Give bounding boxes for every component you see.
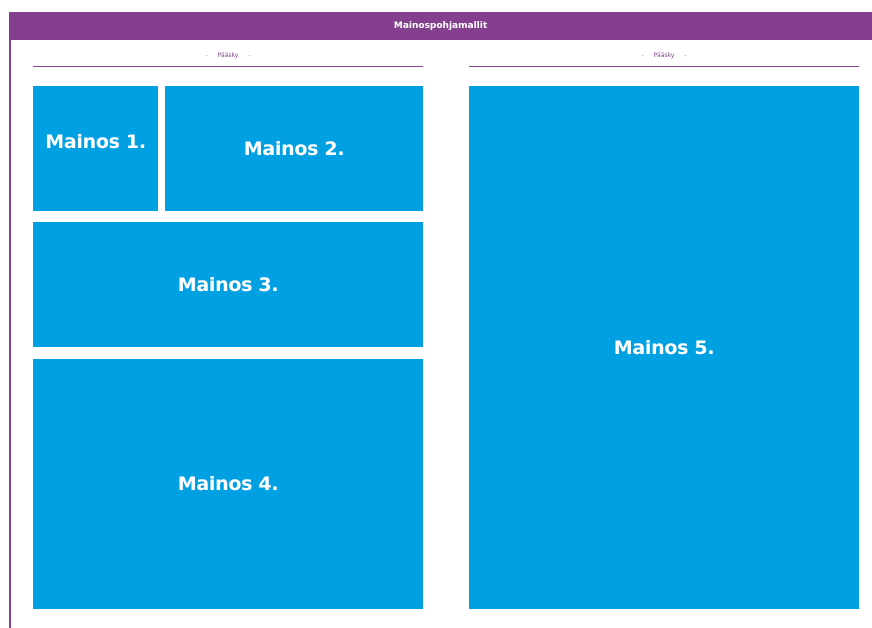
ad-label: Mainos 2. (243, 137, 345, 160)
separator-right: - (684, 51, 687, 59)
separator-right: - (248, 51, 251, 59)
ad-label: Mainos 3. (177, 273, 279, 296)
ad-slot-3[interactable]: Mainos 3. (33, 222, 423, 347)
left-border (9, 40, 11, 628)
header-bar: Mainospohjamallit (9, 12, 872, 40)
column-rule-left (33, 66, 423, 67)
ad-slot-4[interactable]: Mainos 4. (33, 359, 423, 609)
column-rule-right (469, 66, 859, 67)
separator-left: - (641, 51, 644, 59)
ad-slot-5[interactable]: Mainos 5. (469, 86, 859, 609)
column-label-text: Pääsky (217, 51, 239, 59)
separator-left: - (205, 51, 208, 59)
ad-label: Mainos 5. (613, 336, 715, 359)
ad-slot-2[interactable]: Mainos 2. (165, 86, 423, 211)
column-label-left: - Pääsky - (33, 50, 423, 60)
ad-label: Mainos 1. (45, 130, 146, 153)
ad-slot-1[interactable]: Mainos 1. (33, 86, 158, 211)
page-title: Mainospohjamallit (393, 21, 488, 31)
column-label-text: Pääsky (653, 51, 675, 59)
ad-label: Mainos 4. (177, 473, 279, 495)
column-label-right: - Pääsky - (469, 50, 859, 60)
